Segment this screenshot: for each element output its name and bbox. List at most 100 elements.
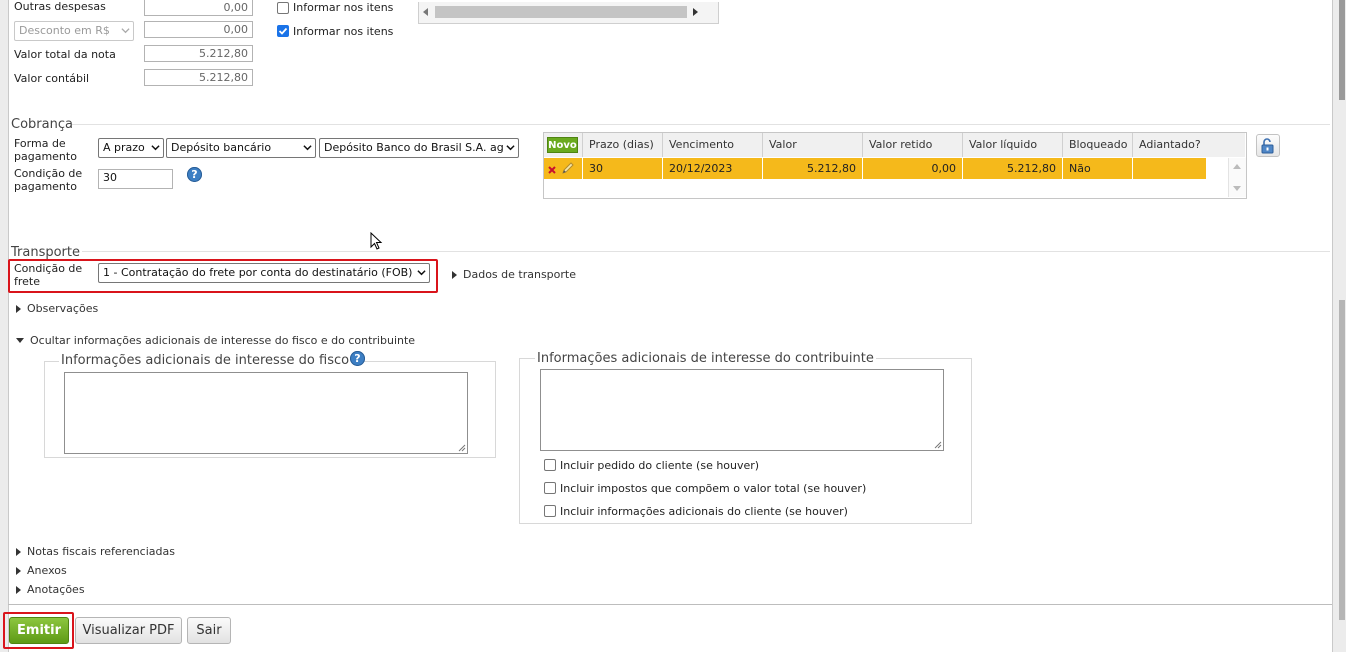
incluir-pedido-label: Incluir pedido do cliente (se houver) — [560, 459, 760, 472]
horizontal-scrollbar-thumb[interactable] — [435, 6, 687, 18]
window-left-edge — [0, 0, 9, 652]
scroll-up-icon[interactable] — [1233, 164, 1241, 169]
outras-despesas-input[interactable]: 0,00 — [144, 0, 253, 16]
grid-header-adiantado[interactable]: Adiantado? — [1133, 133, 1245, 157]
sair-button[interactable]: Sair — [187, 617, 231, 644]
caret-down-icon — [16, 338, 24, 343]
delete-icon[interactable] — [547, 165, 557, 175]
desconto-type-select[interactable]: Desconto em R$ — [14, 21, 134, 41]
observacoes-toggle[interactable]: Observações — [16, 302, 98, 315]
transporte-title: Transporte — [11, 245, 80, 260]
incluir-info-cliente-checkbox[interactable] — [544, 505, 556, 517]
fisco-legend-text: Informações adicionais de interesse do f… — [61, 353, 350, 368]
scrollbar-track-part — [1339, 300, 1345, 620]
contribuinte-textarea[interactable] — [540, 369, 944, 451]
cobranca-title: Cobrança — [11, 117, 73, 132]
valor-total-input[interactable]: 5.212,80 — [144, 45, 253, 62]
anexos-toggle[interactable]: Anexos — [16, 564, 67, 577]
help-icon[interactable]: ? — [187, 167, 202, 182]
chevron-down-icon — [151, 145, 160, 151]
caret-right-icon — [452, 271, 457, 279]
condicao-pagamento-label-1: Condição de — [14, 167, 83, 180]
unlock-button[interactable] — [1256, 134, 1280, 157]
fisco-legend: Informações adicionais de interesse do f… — [59, 353, 352, 368]
fisco-textarea[interactable] — [64, 372, 468, 454]
grid-header-valor-liquido[interactable]: Valor líquido — [963, 133, 1063, 157]
caret-right-icon — [16, 567, 21, 575]
chevron-down-icon — [121, 28, 130, 34]
valor-contabil-input[interactable]: 5.212,80 — [144, 69, 253, 86]
informar-itens-label-2: Informar nos itens — [293, 25, 394, 38]
cell-prazo[interactable]: 30 — [583, 158, 663, 179]
incluir-impostos-label: Incluir impostos que compõem o valor tot… — [560, 482, 867, 495]
outras-despesas-label: Outras despesas — [14, 0, 106, 13]
forma-pagamento-label-1: Forma de — [14, 137, 66, 150]
conta-bancaria-select[interactable]: Depósito Banco do Brasil S.A. ag — [319, 138, 519, 158]
contribuinte-legend: Informações adicionais de interesse do c… — [535, 351, 876, 366]
condicao-frete-label-1: Condição de — [14, 262, 83, 275]
dados-transporte-label: Dados de transporte — [463, 268, 576, 281]
emitir-button[interactable]: Emitir — [9, 617, 69, 644]
scroll-down-icon[interactable] — [1233, 186, 1241, 191]
condicao-pagamento-input[interactable]: 30 — [98, 169, 173, 189]
informar-itens-label-1: Informar nos itens — [293, 1, 394, 14]
novo-button[interactable]: Novo — [547, 137, 578, 153]
tipo-pagamento-select[interactable]: Depósito bancário — [166, 138, 316, 158]
grid-header-bloqueado[interactable]: Bloqueado — [1063, 133, 1133, 157]
grid-header-valor[interactable]: Valor — [763, 133, 863, 157]
cell-valor-retido[interactable]: 0,00 — [863, 158, 963, 179]
fisco-help-icon[interactable]: ? — [350, 351, 365, 366]
desconto-type-value: Desconto em R$ — [19, 24, 110, 37]
prazo-select-value: A prazo — [103, 141, 145, 154]
edit-pencil-icon[interactable] — [561, 161, 575, 175]
desconto-input[interactable]: 0,00 — [144, 21, 253, 38]
anexos-label: Anexos — [27, 564, 67, 577]
valor-total-label: Valor total da nota — [14, 48, 116, 61]
observacoes-label: Observações — [27, 302, 99, 315]
content-bottom-border — [8, 604, 1332, 605]
visualizar-pdf-button[interactable]: Visualizar PDF — [75, 617, 182, 644]
chevron-down-icon — [506, 145, 515, 151]
cell-vencimento[interactable]: 20/12/2023 — [663, 158, 763, 179]
cell-valor-liquido[interactable]: 5.212,80 — [963, 158, 1063, 179]
table-row-actions — [544, 158, 583, 179]
conta-bancaria-value: Depósito Banco do Brasil S.A. ag — [324, 141, 504, 154]
scrollbar-thumb[interactable] — [1339, 0, 1345, 100]
horizontal-scrollbar[interactable] — [418, 2, 719, 24]
condicao-frete-label-2: frete — [14, 275, 41, 288]
chevron-down-icon — [303, 145, 312, 151]
info-adicionais-toggle[interactable]: Ocultar informações adicionais de intere… — [16, 334, 415, 347]
grid-header-prazo[interactable]: Prazo (dias) — [583, 133, 663, 157]
chevron-down-icon — [417, 270, 426, 276]
grid-vertical-scrollbar[interactable] — [1228, 158, 1246, 197]
condicao-frete-value: 1 - Contratação do frete por conta do de… — [103, 266, 413, 279]
condicao-frete-select[interactable]: 1 - Contratação do frete por conta do de… — [98, 263, 430, 283]
cell-adiantado[interactable] — [1133, 158, 1207, 179]
prazo-select[interactable]: A prazo — [98, 138, 164, 158]
unlock-icon — [1261, 138, 1274, 154]
vertical-scrollbar[interactable] — [1332, 0, 1346, 652]
parcelas-grid: Novo Prazo (dias) Vencimento Valor Valor… — [543, 132, 1247, 199]
resize-grip-icon[interactable] — [934, 441, 942, 449]
grid-header-vencimento[interactable]: Vencimento — [663, 133, 763, 157]
transporte-divider — [82, 251, 1330, 252]
scroll-left-icon[interactable] — [423, 8, 428, 16]
incluir-impostos-checkbox[interactable] — [544, 482, 556, 494]
checkmark-icon — [278, 27, 288, 35]
informar-itens-checkbox-2[interactable] — [277, 25, 289, 37]
scroll-right-icon[interactable] — [693, 8, 698, 16]
caret-right-icon — [16, 305, 21, 313]
cobranca-divider — [72, 124, 1330, 125]
grid-header-valor-retido[interactable]: Valor retido — [863, 133, 963, 157]
cell-bloqueado[interactable]: Não — [1063, 158, 1133, 179]
incluir-pedido-checkbox[interactable] — [544, 459, 556, 471]
anotacoes-toggle[interactable]: Anotações — [16, 583, 85, 596]
notas-referenciadas-toggle[interactable]: Notas fiscais referenciadas — [16, 545, 175, 558]
dados-transporte-toggle[interactable]: Dados de transporte — [452, 268, 576, 281]
resize-grip-icon[interactable] — [458, 444, 466, 452]
forma-pagamento-label-2: pagamento — [14, 150, 77, 163]
cell-valor[interactable]: 5.212,80 — [763, 158, 863, 179]
informar-itens-checkbox-1[interactable] — [277, 2, 289, 14]
grid-header-actions: Novo — [544, 133, 583, 157]
caret-right-icon — [16, 586, 21, 594]
